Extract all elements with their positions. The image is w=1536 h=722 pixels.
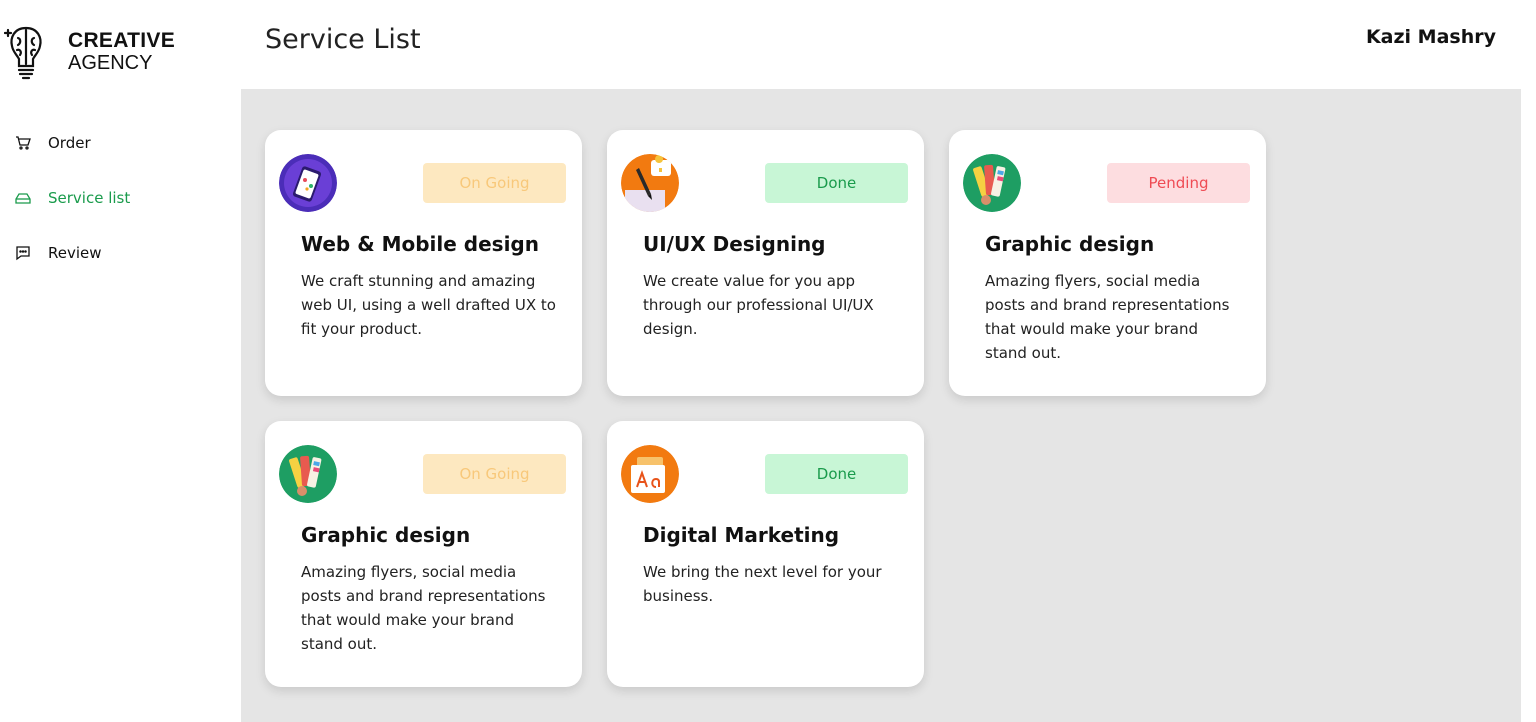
status-badge: Done — [765, 163, 908, 203]
font-icon — [621, 445, 679, 503]
sidebar-item-label: Order — [48, 134, 91, 152]
service-card[interactable]: On Going Graphic design Amazing flyers, … — [265, 421, 582, 687]
message-icon — [14, 244, 32, 262]
color-palette-icon — [279, 445, 337, 503]
drive-icon — [14, 189, 32, 207]
status-badge: On Going — [423, 163, 566, 203]
sidebar-item-label: Service list — [48, 189, 131, 207]
sidebar-item-label: Review — [48, 244, 102, 262]
sidebar-nav: Order Service list Review — [14, 130, 234, 295]
service-card[interactable]: Pending Graphic design Amazing flyers, s… — [949, 130, 1266, 396]
brand-logo[interactable]: CREATIVE AGENCY — [4, 22, 175, 82]
card-description: We craft stunning and amazing web UI, us… — [301, 272, 556, 338]
status-badge: On Going — [423, 454, 566, 494]
sidebar-item-order[interactable]: Order — [14, 130, 234, 156]
card-title: Graphic design — [301, 523, 471, 547]
user-name[interactable]: Kazi Mashry — [1366, 26, 1496, 48]
card-description: We create value for you app through our … — [643, 272, 874, 338]
card-title: Web & Mobile design — [301, 232, 539, 256]
service-card[interactable]: Done Digital Marketing We bring the next… — [607, 421, 924, 687]
sidebar: CREATIVE AGENCY Order Service list Revie… — [0, 0, 241, 722]
brain-bulb-icon — [4, 26, 42, 80]
brand-title: CREATIVE — [68, 29, 176, 52]
service-card[interactable]: Done UI/UX Designing We create value for… — [607, 130, 924, 396]
status-badge: Pending — [1107, 163, 1250, 203]
phone-design-icon — [279, 154, 337, 212]
sidebar-item-service-list[interactable]: Service list — [14, 185, 234, 211]
card-description: We bring the next level for your busines… — [643, 563, 882, 605]
pen-bulb-icon — [621, 154, 679, 212]
color-palette-icon — [963, 154, 1021, 212]
service-card[interactable]: On Going Web & Mobile design We craft st… — [265, 130, 582, 396]
card-title: Digital Marketing — [643, 523, 840, 547]
card-title: Graphic design — [985, 232, 1155, 256]
sidebar-item-review[interactable]: Review — [14, 240, 234, 266]
page-title: Service List — [265, 24, 421, 55]
brand-subtitle: AGENCY — [68, 52, 153, 74]
card-description: Amazing flyers, social media posts and b… — [985, 272, 1230, 362]
card-title: UI/UX Designing — [643, 232, 826, 256]
service-list-panel: On Going Web & Mobile design We craft st… — [241, 89, 1521, 722]
status-badge: Done — [765, 454, 908, 494]
cart-icon — [14, 134, 32, 152]
card-description: Amazing flyers, social media posts and b… — [301, 563, 546, 653]
